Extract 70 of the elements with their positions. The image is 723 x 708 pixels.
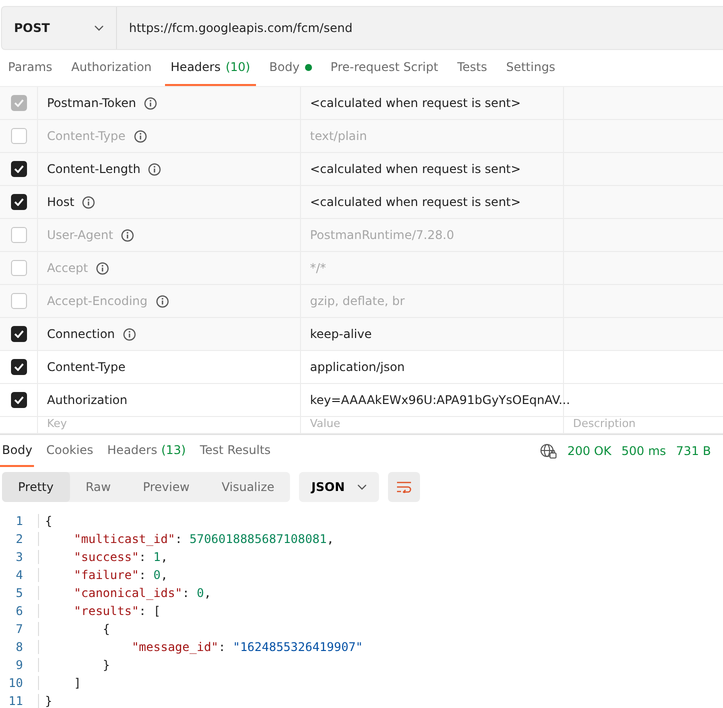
response-size: 731 B [676,444,711,458]
wrap-lines-button[interactable] [388,472,420,502]
request-tab[interactable]: Body [263,50,318,86]
code-line: "failure": 0, [38,568,168,582]
header-key: Content-Type [47,129,126,143]
response-tab[interactable]: Test Results [198,435,273,467]
request-tab[interactable]: Authorization [65,50,158,86]
status-code: 200 OK [567,444,612,458]
code-line: } [38,658,110,672]
header-key: Authorization [47,393,128,407]
header-key: Content-Type [47,360,126,374]
line-number: 2 [14,532,24,546]
header-value: */* [310,261,326,275]
code-line: "canonical_ids": 0, [38,586,212,600]
request-tab[interactable]: Tests [451,50,494,86]
view-mode-tab[interactable]: Visualize [206,472,290,502]
header-key: Accept [47,261,88,275]
line-number: 3 [14,550,24,564]
response-tab[interactable]: Cookies [44,435,96,467]
checkbox[interactable] [10,161,26,177]
code-line: "multicast_id": 5706018885687108081, [38,532,334,546]
line-number: 10 [8,676,24,690]
line-number: 8 [14,640,24,654]
header-key: Connection [47,327,115,341]
header-value: keep-alive [310,327,372,341]
code-line: "success": 1, [38,550,168,564]
header-value: <calculated when request is sent> [310,96,521,110]
checkbox[interactable] [10,326,26,342]
request-tab[interactable]: Pre-request Script [324,50,444,86]
checkbox[interactable] [10,359,26,375]
header-value: <calculated when request is sent> [310,195,521,209]
globe-lock-icon[interactable] [540,443,558,459]
format-dropdown[interactable]: JSON [299,472,379,502]
checkbox[interactable] [10,95,26,111]
code-line: ] [38,676,82,690]
code-line: { [38,622,110,636]
header-value: application/json [310,360,405,374]
checkbox[interactable] [10,392,26,408]
line-number: 5 [14,586,24,600]
line-number: 7 [14,622,24,636]
response-tab[interactable]: Body [0,435,34,467]
view-mode-tab[interactable]: Raw [70,472,127,502]
header-key: User-Agent [47,228,114,242]
header-value: PostmanRuntime/7.28.0 [310,228,454,242]
code-line: } [38,694,52,708]
line-number: 6 [14,604,24,618]
response-tab[interactable]: Headers (13) [105,435,188,467]
code-line: "results": [ [38,604,161,618]
header-key: Postman-Token [47,96,136,110]
request-tab[interactable]: Params [2,50,58,86]
request-tab[interactable]: Settings [500,50,562,86]
code-line: { [38,514,52,528]
chevron-icon [356,484,367,490]
response-time: 500 ms [621,444,666,458]
wrap-icon [396,481,412,493]
header-value: gzip, deflate, br [310,294,405,308]
code-line: "message_id": "1624855326419907" [38,640,363,654]
header-value: key=AAAAkEWx96U:APA91bGyYsOEqnAV... [310,393,570,407]
line-number: 4 [14,568,24,582]
header-value: text/plain [310,129,367,143]
header-key: Content-Length [47,162,140,176]
checkbox[interactable] [10,194,26,210]
line-number: 9 [14,658,24,672]
header-key: Host [47,195,74,209]
line-number: 11 [8,694,24,708]
line-number: 1 [14,514,24,528]
header-value: <calculated when request is sent> [310,162,521,176]
header-key: Accept-Encoding [47,294,148,308]
view-mode-tab[interactable]: Pretty [2,472,70,502]
view-mode-tab[interactable]: Preview [126,472,206,502]
